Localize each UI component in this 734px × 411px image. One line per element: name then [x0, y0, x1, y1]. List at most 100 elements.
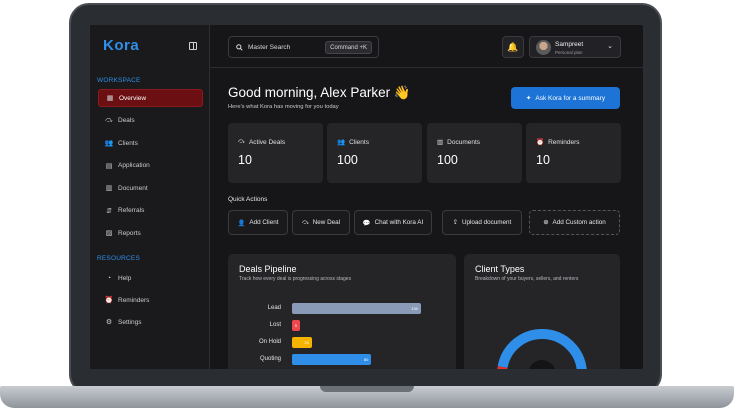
- sidebar-item-label: Overview: [119, 94, 147, 102]
- chart-icon: ▨: [105, 230, 113, 237]
- master-search-input[interactable]: Master Search Command +K: [228, 36, 379, 58]
- page-subtitle: Here's what Kora has moving for you toda…: [228, 104, 339, 110]
- search-icon: [236, 43, 243, 51]
- laptop-mockup: Kora WORKSPACE ▦ Overview ⤼ Deals 👥 Clients ▤ A…: [0, 0, 734, 411]
- quick-action-label: Upload document: [461, 219, 512, 226]
- pipeline-bar-value: 5: [294, 323, 297, 328]
- overview-icon: ▦: [106, 95, 114, 102]
- pipeline-bar-value: 130: [411, 306, 418, 311]
- alarm-icon: ⏰: [536, 139, 545, 146]
- gear-icon: ⚙: [105, 319, 113, 326]
- referral-icon: ⇵: [106, 207, 112, 215]
- clipboard-icon: ▤: [105, 162, 113, 170]
- client-types-title: Client Types: [475, 264, 525, 274]
- deals-pipeline-subtitle: Track how every deal is progressing acro…: [239, 276, 352, 282]
- user-name: Sampreet: [555, 41, 584, 48]
- stat-card-active-deals[interactable]: ⤼ Active Deals 10: [228, 123, 323, 183]
- laptop-notch: [320, 386, 414, 392]
- pipeline-bar-value: 80: [363, 357, 369, 362]
- page-title: Good morning, Alex Parker 👋: [228, 85, 411, 100]
- user-menu[interactable]: Sampreet Personal plan ⌄: [529, 36, 621, 58]
- document-icon: ▥: [437, 139, 444, 146]
- user-plan: Personal plan: [555, 50, 583, 55]
- stat-value: 10: [536, 153, 550, 167]
- donut-center-badge: [528, 360, 556, 369]
- plus-circle-icon: ⊕: [543, 219, 549, 226]
- stat-card-reminders[interactable]: ⏰ Reminders 10: [526, 123, 621, 183]
- app-logo[interactable]: Kora: [103, 37, 139, 54]
- client-types-donut-chart: ⚇: [497, 329, 587, 369]
- pipeline-bar[interactable]: 80: [292, 354, 372, 365]
- app-screen: Kora WORKSPACE ▦ Overview ⤼ Deals 👥 Clients ▤ A…: [90, 25, 643, 369]
- chevron-down-icon: ⌄: [607, 43, 613, 50]
- deals-pipeline-card: Deals Pipeline Track how every deal is p…: [228, 254, 456, 369]
- stat-card-documents[interactable]: ▥ Documents 100: [427, 123, 522, 183]
- sidebar-item-label: Settings: [118, 318, 142, 326]
- stat-card-clients[interactable]: 👥 Clients 100: [327, 123, 422, 183]
- ask-button-label: Ask Kora for a summary: [535, 94, 606, 102]
- handshake-icon: ⤼: [238, 138, 245, 145]
- sidebar-item-settings[interactable]: ⚙ Settings: [98, 313, 203, 331]
- sidebar-item-deals[interactable]: ⤼ Deals: [98, 112, 203, 130]
- search-label: Master Search: [248, 43, 291, 51]
- resources-section-label: RESOURCES: [97, 255, 140, 262]
- pipeline-bar[interactable]: 5: [292, 320, 300, 331]
- sidebar-item-label: Help: [118, 274, 132, 282]
- stat-label-row: 👥 Clients: [337, 138, 369, 147]
- quick-action-upload-document[interactable]: ⇪ Upload document: [442, 210, 522, 235]
- upload-icon: ⇪: [452, 219, 458, 226]
- notifications-button[interactable]: 🔔: [502, 36, 524, 58]
- sidebar-item-label: Reminders: [118, 296, 150, 304]
- stat-value: 100: [437, 153, 458, 167]
- sidebar-item-help[interactable]: ◔ Help: [98, 269, 203, 287]
- sidebar-item-application[interactable]: ▤ Application: [98, 157, 203, 175]
- sidebar-item-label: Reports: [118, 229, 141, 237]
- help-icon: ◔: [106, 274, 112, 282]
- stat-value: 100: [337, 153, 358, 167]
- sidebar-item-label: Document: [118, 184, 148, 192]
- pipeline-category-label: Quoting: [259, 356, 281, 362]
- sidebar-item-reports[interactable]: ▨ Reports: [98, 224, 203, 242]
- sidebar-item-referrals[interactable]: ⇵ Referrals: [98, 202, 203, 220]
- users-icon: 👥: [104, 140, 114, 147]
- workspace-section-label: WORKSPACE: [97, 77, 141, 84]
- stat-label: Documents: [447, 138, 481, 146]
- quick-actions-title: Quick Actions: [228, 196, 268, 203]
- handshake-icon: ⤼: [301, 218, 309, 226]
- quick-action-add-client[interactable]: 👤 Add Client: [228, 210, 288, 235]
- search-shortcut: Command +K: [325, 41, 372, 54]
- sparkle-icon: ✦: [525, 95, 532, 102]
- sidebar-item-label: Deals: [118, 117, 135, 124]
- stat-label-row: ▥ Documents: [437, 138, 481, 147]
- quick-action-label: Add Custom action: [552, 219, 606, 226]
- donut-segment-red[interactable]: [497, 366, 508, 369]
- ask-kora-summary-button[interactable]: ✦ Ask Kora for a summary: [511, 87, 620, 109]
- sidebar-item-overview[interactable]: ▦ Overview: [98, 89, 203, 107]
- pipeline-row-on-hold: On Hold 20: [228, 337, 428, 349]
- chat-icon: 💬: [362, 219, 371, 227]
- pipeline-row-lead: Lead 130: [228, 303, 428, 315]
- handshake-icon: ⤼: [105, 116, 113, 124]
- stat-value: 10: [238, 153, 252, 167]
- pipeline-bar[interactable]: 20: [292, 337, 312, 348]
- pipeline-row-quoting: Quoting 80: [228, 354, 428, 366]
- stat-label: Reminders: [548, 138, 580, 146]
- pipeline-bar[interactable]: 130: [292, 303, 421, 314]
- sidebar-item-reminders[interactable]: ⏰ Reminders: [98, 291, 203, 309]
- sidebar-item-label: Referrals: [118, 207, 145, 214]
- quick-action-chat-with-kora-ai[interactable]: 💬 Chat with Kora AI: [354, 210, 432, 235]
- sidebar-item-clients[interactable]: 👥 Clients: [98, 134, 203, 152]
- bell-icon: 🔔: [507, 41, 519, 52]
- quick-action-add-custom-action[interactable]: ⊕ Add Custom action: [529, 210, 620, 235]
- deals-pipeline-title: Deals Pipeline: [239, 264, 297, 274]
- sidebar-item-document[interactable]: ▥ Document: [98, 179, 203, 197]
- pipeline-category-label: On Hold: [258, 339, 281, 345]
- stat-label-row: ⤼ Active Deals: [238, 138, 285, 146]
- quick-action-label: New Deal: [312, 219, 341, 226]
- collapse-sidebar-icon[interactable]: [189, 42, 197, 50]
- quick-action-new-deal[interactable]: ⤼ New Deal: [292, 210, 350, 235]
- quick-action-label: Chat with Kora AI: [374, 219, 424, 226]
- sidebar-item-label: Application: [118, 162, 150, 169]
- alarm-icon: ⏰: [104, 297, 114, 304]
- client-types-card: Client Types Breakdown of your buyers, s…: [464, 254, 620, 369]
